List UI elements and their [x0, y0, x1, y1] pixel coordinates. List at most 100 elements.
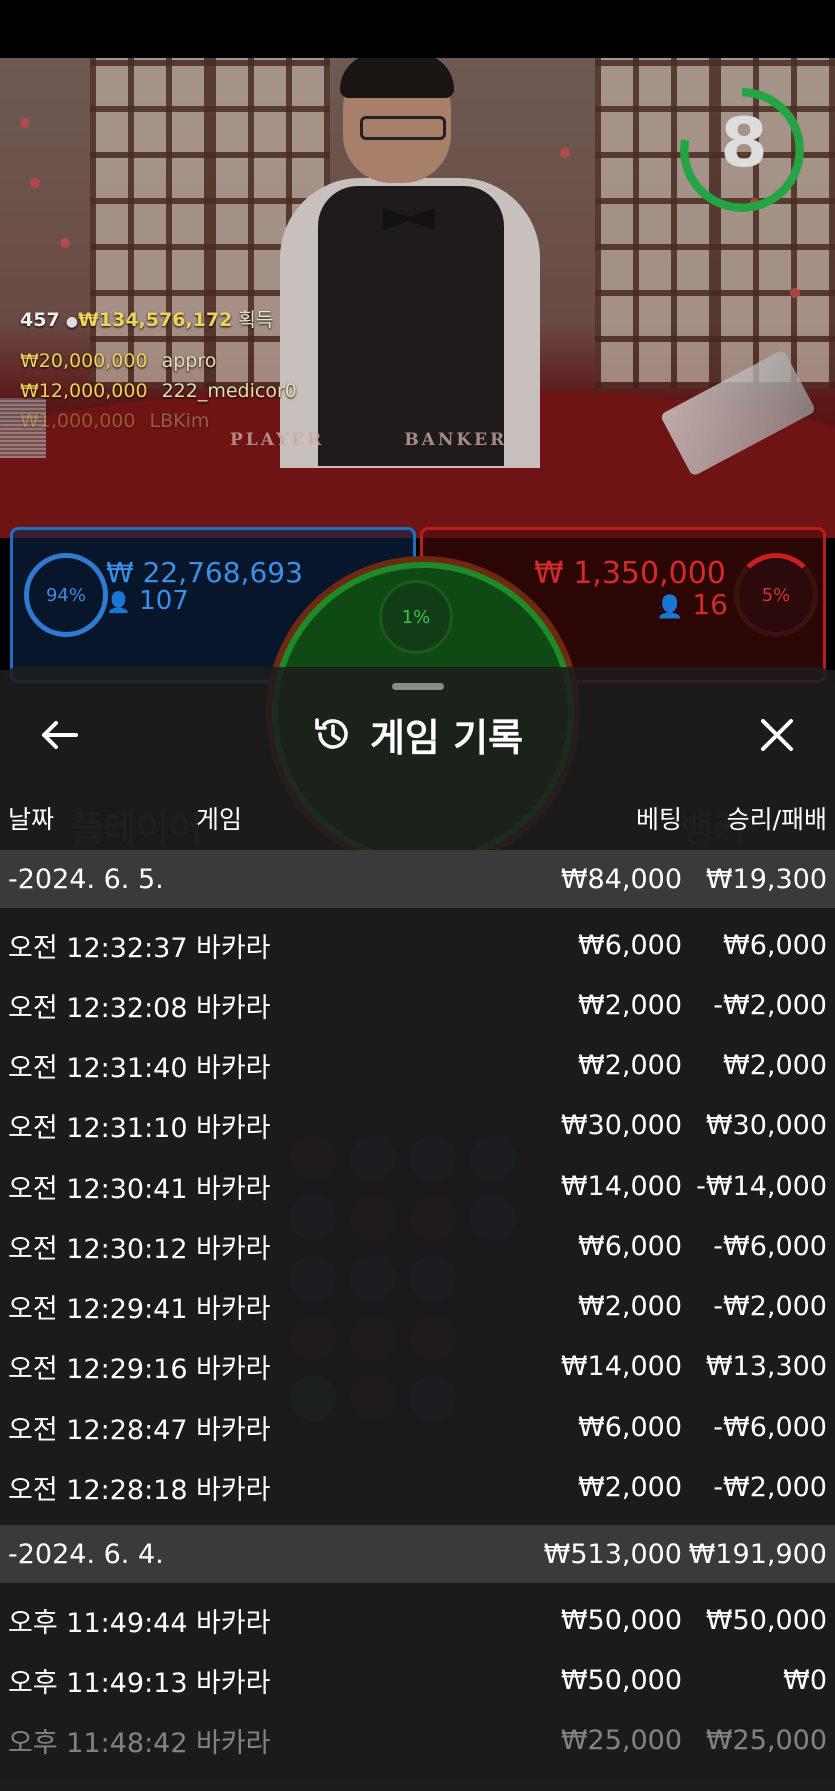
player-bettor-count: 👤 107 [106, 586, 189, 616]
row-result: ₩30,000 [705, 1109, 827, 1141]
row-bet: ₩2,000 [578, 1290, 682, 1322]
row-result: -₩14,000 [696, 1170, 827, 1202]
row-time: 오전 12:29:16 [8, 1353, 188, 1385]
winnings-label: 획득 [238, 309, 274, 331]
user-icon: ● [65, 314, 78, 330]
tie-percent-ring: 1% [379, 580, 453, 654]
history-row[interactable]: 오전 12:28:18 바카라 ₩2,000 -₩2,000 [0, 1457, 835, 1517]
row-game: 바카라 [196, 992, 271, 1024]
row-time: 오후 11:49:13 [8, 1667, 188, 1699]
group-bet-total: ₩84,000 [560, 863, 682, 895]
column-header-date: 날짜 [8, 805, 55, 834]
banker-percent-ring: 5% [734, 553, 818, 637]
history-row[interactable]: 오후 11:48:42 바카라 ₩25,000 ₩25,000 [0, 1710, 835, 1770]
row-result: -₩6,000 [713, 1230, 827, 1262]
history-row[interactable]: 오전 12:30:12 바카라 ₩6,000 -₩6,000 [0, 1216, 835, 1276]
date-group-row[interactable]: -2024. 6. 4. ₩513,000 ₩191,900 [0, 1525, 835, 1583]
row-result: ₩0 [783, 1664, 827, 1696]
row-time: 오전 12:31:10 [8, 1112, 188, 1144]
history-row[interactable]: 오전 12:28:47 바카라 ₩6,000 -₩6,000 [0, 1397, 835, 1457]
winner-entry: ₩1,000,000 LBKim [20, 410, 210, 432]
close-icon [761, 719, 793, 751]
history-row[interactable]: 오전 12:31:40 바카라 ₩2,000 ₩2,000 [0, 1035, 835, 1095]
row-game: 바카라 [196, 1112, 271, 1144]
history-row[interactable]: 오전 12:32:37 바카라 ₩6,000 ₩6,000 [0, 915, 835, 975]
close-button[interactable] [752, 710, 802, 760]
felt-labels: PLAYER BANKER [230, 430, 508, 450]
row-time: 오전 12:28:47 [8, 1414, 188, 1446]
group-date: -2024. 6. 5. [8, 863, 164, 895]
row-time: 오전 12:30:12 [8, 1233, 188, 1265]
row-bet: ₩6,000 [578, 929, 682, 961]
row-game: 바카라 [196, 1607, 271, 1639]
date-group-row[interactable]: -2024. 6. 5. ₩84,000 ₩19,300 [0, 850, 835, 908]
group-result-total: ₩191,900 [688, 1538, 827, 1570]
row-time: 오후 11:48:42 [8, 1727, 188, 1759]
row-game: 바카라 [196, 1293, 271, 1325]
user-icon: 👤 [106, 590, 131, 614]
row-result: -₩2,000 [713, 1471, 827, 1503]
row-time: 오전 12:32:37 [8, 932, 188, 964]
banker-bettor-count: 👤 16 [656, 588, 728, 621]
row-game: 바카라 [196, 1052, 271, 1084]
row-result: ₩25,000 [705, 1724, 827, 1756]
status-bar [0, 0, 835, 58]
row-bet: ₩2,000 [578, 1049, 682, 1081]
row-bet: ₩30,000 [560, 1109, 682, 1141]
row-game: 바카라 [196, 932, 271, 964]
decor-screen [90, 58, 210, 388]
column-header-bet: 베팅 [635, 805, 682, 834]
winner-entry: ₩12,000,000 222_medicor0 [20, 380, 297, 402]
row-result: ₩50,000 [705, 1604, 827, 1636]
page-title: 게임 기록 [369, 715, 524, 760]
row-bet: ₩2,000 [578, 1471, 682, 1503]
row-time: 오전 12:30:41 [8, 1173, 188, 1205]
row-bet: ₩25,000 [560, 1724, 682, 1756]
history-row[interactable]: 오전 12:29:16 바카라 ₩14,000 ₩13,300 [0, 1336, 835, 1396]
row-game: 바카라 [196, 1414, 271, 1446]
row-time: 오전 12:29:41 [8, 1293, 188, 1325]
row-game: 바카라 [196, 1353, 271, 1385]
banker-bet-amount: ₩ 1,350,000 [534, 556, 726, 591]
sheet-drag-handle[interactable] [392, 683, 444, 690]
row-result: -₩2,000 [713, 989, 827, 1021]
group-date: -2024. 6. 4. [8, 1538, 164, 1570]
history-row[interactable]: 오전 12:32:08 바카라 ₩2,000 -₩2,000 [0, 975, 835, 1035]
history-row[interactable]: 오후 11:49:13 바카라 ₩50,000 ₩0 [0, 1650, 835, 1710]
player-bet-amount: ₩ 22,768,693 [106, 556, 303, 589]
player-percent-ring: 94% [24, 553, 108, 637]
player-count: 457 [20, 309, 60, 331]
column-header-game: 게임 [196, 805, 243, 834]
row-bet: ₩14,000 [560, 1170, 682, 1202]
column-header-result: 승리/패배 [726, 805, 827, 834]
row-result: -₩2,000 [713, 1290, 827, 1322]
winner-entry: ₩20,000,000 appro [20, 350, 217, 372]
countdown-number: 8 [720, 104, 768, 183]
row-result: ₩13,300 [705, 1350, 827, 1382]
row-game: 바카라 [196, 1233, 271, 1265]
row-result: ₩2,000 [723, 1049, 827, 1081]
row-time: 오후 11:49:44 [8, 1607, 188, 1639]
sheet-title: 게임 기록 [0, 704, 835, 764]
row-result: -₩6,000 [713, 1411, 827, 1443]
row-result: ₩6,000 [723, 929, 827, 961]
row-time: 오전 12:32:08 [8, 992, 188, 1024]
history-icon [315, 718, 348, 749]
row-bet: ₩2,000 [578, 989, 682, 1021]
winnings-stats: 457 ●₩134,576,172 획득 [20, 305, 273, 332]
history-row[interactable]: 오전 12:31:10 바카라 ₩30,000 ₩30,000 [0, 1095, 835, 1155]
row-bet: ₩6,000 [578, 1230, 682, 1262]
row-time: 오전 12:31:40 [8, 1052, 188, 1084]
row-time: 오전 12:28:18 [8, 1474, 188, 1506]
history-row[interactable]: 오후 11:49:44 바카라 ₩50,000 ₩50,000 [0, 1590, 835, 1650]
row-bet: ₩6,000 [578, 1411, 682, 1443]
user-icon: 👤 [656, 595, 684, 620]
history-row[interactable]: 오전 12:30:41 바카라 ₩14,000 -₩14,000 [0, 1156, 835, 1216]
group-bet-total: ₩513,000 [543, 1538, 682, 1570]
history-row[interactable]: 오전 12:29:41 바카라 ₩2,000 -₩2,000 [0, 1276, 835, 1336]
group-result-total: ₩19,300 [705, 863, 827, 895]
total-winnings: ₩134,576,172 [77, 309, 233, 331]
row-bet: ₩14,000 [560, 1350, 682, 1382]
row-bet: ₩50,000 [560, 1604, 682, 1636]
row-game: 바카라 [196, 1173, 271, 1205]
